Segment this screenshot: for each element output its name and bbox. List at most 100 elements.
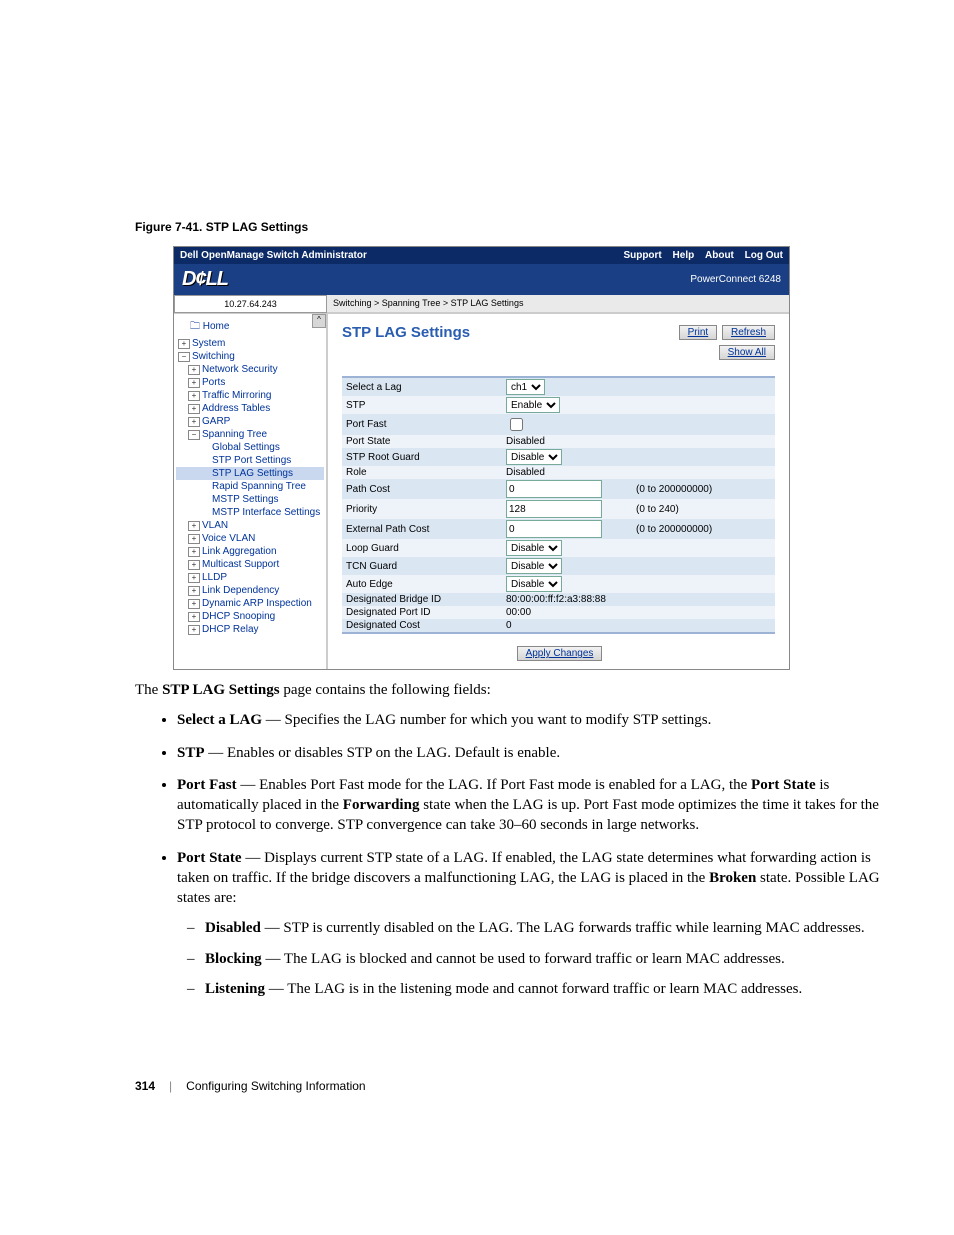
print-button[interactable]: Print [679, 325, 718, 340]
expand-icon: + [188, 378, 200, 388]
nav-label: Voice VLAN [202, 533, 255, 544]
nav-item[interactable]: +System [176, 337, 324, 350]
form-row: Loop GuardDisable [342, 539, 775, 557]
scroll-up-icon[interactable]: ^ [312, 314, 326, 328]
page-heading: STP LAG Settings [342, 324, 470, 341]
term: STP [177, 745, 205, 761]
form-value [506, 520, 636, 538]
collapse-icon: − [188, 430, 200, 440]
select-tcn-guard[interactable]: Disable [506, 558, 562, 574]
support-link[interactable]: Support [623, 250, 661, 261]
nav-label: Link Dependency [202, 585, 279, 596]
nav-item[interactable]: +DHCP Relay [176, 623, 324, 636]
nav-item[interactable]: +DHCP Snooping [176, 610, 324, 623]
nav-label: DHCP Relay [202, 624, 259, 635]
form-row: Port StateDisabled [342, 435, 775, 448]
form-row: TCN GuardDisable [342, 557, 775, 575]
nav-item[interactable]: STP LAG Settings [176, 467, 324, 480]
expand-icon: + [188, 404, 200, 414]
show-all-button[interactable]: Show All [719, 345, 775, 360]
form-row: Designated Bridge ID80:00:00:ff:f2:a3:88… [342, 593, 775, 606]
input-external-path-cost[interactable] [506, 520, 602, 538]
header-row: 10.27.64.243 Switching > Spanning Tree >… [174, 295, 789, 314]
nav-label: 🗀 Home [190, 319, 229, 336]
nav-item[interactable]: −Switching [176, 350, 324, 363]
figure-caption: Figure 7-41. STP LAG Settings [135, 220, 894, 234]
form-hint: (0 to 200000000) [636, 484, 771, 495]
nav-item[interactable]: Rapid Spanning Tree [176, 480, 324, 493]
nav-item[interactable]: +Address Tables [176, 402, 324, 415]
expand-icon: + [188, 521, 200, 531]
nav-item[interactable]: +Traffic Mirroring [176, 389, 324, 402]
nav-item[interactable]: +VLAN [176, 519, 324, 532]
select-loop-guard[interactable]: Disable [506, 540, 562, 556]
nav-item[interactable]: +LLDP [176, 571, 324, 584]
form-label: Role [346, 467, 506, 478]
term: Select a LAG [177, 712, 262, 728]
nav-tree[interactable]: ^ 🗀 Home+System−Switching+Network Securi… [174, 314, 328, 669]
dell-logo: D¢LL [182, 268, 228, 291]
brand-row: D¢LL PowerConnect 6248 [174, 264, 789, 295]
form-value: Enable [506, 397, 636, 413]
desc: — Enables or disables STP on the LAG. De… [205, 745, 561, 761]
form-row: External Path Cost(0 to 200000000) [342, 519, 775, 539]
apply-changes-button[interactable]: Apply Changes [517, 646, 603, 661]
nav-item[interactable]: STP Port Settings [176, 454, 324, 467]
desc: — The LAG is blocked and cannot be used … [262, 951, 785, 967]
nav-item[interactable]: +GARP [176, 415, 324, 428]
nav-label: System [192, 338, 225, 349]
nav-label: STP Port Settings [212, 455, 291, 466]
about-link[interactable]: About [705, 250, 734, 261]
form-value: Disable [506, 576, 636, 592]
form-row: Auto EdgeDisable [342, 575, 775, 593]
expand-icon: + [188, 573, 200, 583]
nav-item[interactable]: +Network Security [176, 363, 324, 376]
form-label: Loop Guard [346, 543, 506, 554]
nav-item[interactable]: +Dynamic ARP Inspection [176, 597, 324, 610]
nav-item[interactable]: +Ports [176, 376, 324, 389]
nav-label: Link Aggregation [202, 546, 277, 557]
form-label: Designated Bridge ID [346, 594, 506, 605]
nav-item[interactable]: MSTP Settings [176, 493, 324, 506]
logout-link[interactable]: Log Out [745, 250, 783, 261]
nav-item[interactable]: +Multicast Support [176, 558, 324, 571]
nav-item[interactable]: +Link Aggregation [176, 545, 324, 558]
nav-label: GARP [202, 416, 230, 427]
term: Forwarding [343, 797, 420, 813]
term: Port State [177, 850, 242, 866]
sub-list: Disabled — STP is currently disabled on … [177, 918, 894, 999]
product-name: PowerConnect 6248 [690, 274, 781, 285]
nav-item[interactable]: 🗀 Home [176, 318, 324, 337]
form-row: Port Fast [342, 414, 775, 435]
nav-item[interactable]: +Voice VLAN [176, 532, 324, 545]
expand-icon: + [188, 586, 200, 596]
nav-item[interactable]: Global Settings [176, 441, 324, 454]
select-select-a-lag[interactable]: ch1 [506, 379, 545, 395]
nav-label: Rapid Spanning Tree [212, 481, 306, 492]
checkbox-port-fast[interactable] [510, 418, 523, 431]
device-ip: 10.27.64.243 [174, 295, 327, 313]
form-value [506, 500, 636, 518]
form-label: STP Root Guard [346, 452, 506, 463]
input-path-cost[interactable] [506, 480, 602, 498]
intro-paragraph: The STP LAG Settings page contains the f… [135, 680, 894, 700]
nav-item[interactable]: MSTP Interface Settings [176, 506, 324, 519]
select-stp-root-guard[interactable]: Disable [506, 449, 562, 465]
select-stp[interactable]: Enable [506, 397, 560, 413]
refresh-button[interactable]: Refresh [722, 325, 775, 340]
select-auto-edge[interactable]: Disable [506, 576, 562, 592]
nav-item[interactable]: −Spanning Tree [176, 428, 324, 441]
settings-form: Select a Lagch1STPEnablePort FastPort St… [342, 376, 775, 634]
expand-icon: + [188, 625, 200, 635]
nav-label: Ports [202, 377, 225, 388]
form-value: 00:00 [506, 607, 636, 618]
list-item: STP — Enables or disables STP on the LAG… [177, 743, 894, 763]
form-value: 0 [506, 620, 636, 631]
help-link[interactable]: Help [673, 250, 695, 261]
intro-post: page contains the following fields: [280, 682, 491, 698]
nav-item[interactable]: +Link Dependency [176, 584, 324, 597]
section-title: Configuring Switching Information [186, 1079, 365, 1093]
nav-label: Dynamic ARP Inspection [202, 598, 312, 609]
form-value: 80:00:00:ff:f2:a3:88:88 [506, 594, 636, 605]
input-priority[interactable] [506, 500, 602, 518]
